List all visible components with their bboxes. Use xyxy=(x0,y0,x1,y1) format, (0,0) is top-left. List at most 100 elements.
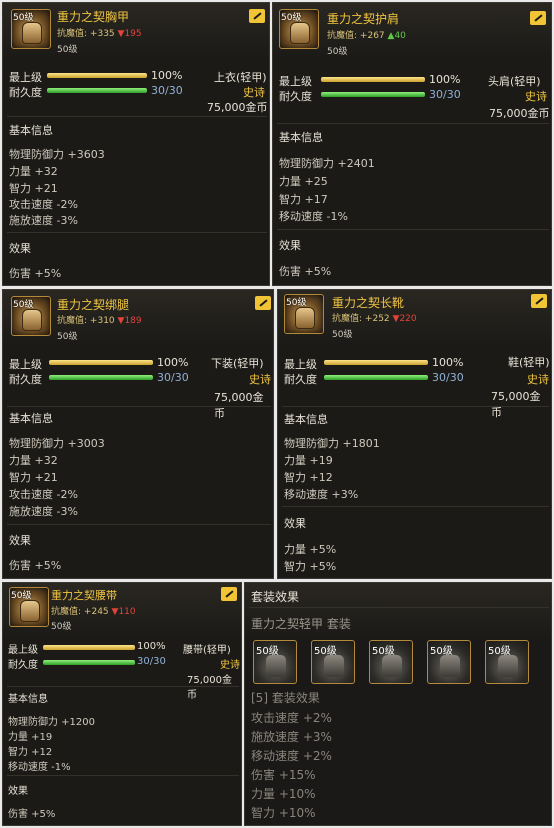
stat-line: 物理防御力 +3603 xyxy=(9,148,105,161)
max-grade-bar xyxy=(324,360,428,365)
max-grade-bar xyxy=(43,645,135,650)
stat-line: 物理防御力 +1200 xyxy=(8,717,96,728)
price: 75,000金币 xyxy=(207,101,268,114)
resist-delta: ▼189 xyxy=(117,316,142,326)
stat-line: 智力 +12 xyxy=(8,747,53,758)
magic-resist: 抗魔值: +335 ▼195 xyxy=(57,29,142,39)
set-bonus-panel: 套装效果 重力之契轻甲 套装 50级 50级 50级 50级 50级 [5] 套… xyxy=(244,582,552,826)
durability-value: 30/30 xyxy=(432,371,464,384)
magic-resist: 抗魔值: +252 ▼220 xyxy=(332,314,417,324)
durability-bar xyxy=(47,88,147,93)
basic-info-title: 基本信息 xyxy=(9,124,53,137)
stat-line: 施放速度 -3% xyxy=(9,214,78,227)
basic-info-title: 基本信息 xyxy=(279,131,323,144)
equip-slot: 腰带(轻甲) xyxy=(183,645,231,656)
max-grade-value: 100% xyxy=(137,641,166,652)
max-grade-label: 最上级 xyxy=(9,358,42,371)
set-bonus-line: 智力 +10% xyxy=(251,806,316,820)
stat-line: 智力 +21 xyxy=(9,182,58,195)
compare-icon[interactable] xyxy=(221,587,237,601)
set-item-chest-icon[interactable]: 50级 xyxy=(253,640,297,684)
price: 75,000金币 xyxy=(214,391,264,420)
basic-info-title: 基本信息 xyxy=(9,412,53,425)
magic-resist: 抗魔值: +310 ▼189 xyxy=(57,316,142,326)
resist-delta: ▼195 xyxy=(117,29,142,39)
rarity: 史诗 xyxy=(249,373,271,386)
durability-label: 耐久度 xyxy=(8,660,38,671)
durability-label: 耐久度 xyxy=(279,90,312,103)
compare-icon[interactable] xyxy=(530,11,546,25)
stat-line: 物理防御力 +3003 xyxy=(9,437,105,450)
max-grade-value: 100% xyxy=(157,356,189,369)
set-bonus-line: 施放速度 +3% xyxy=(251,730,332,744)
max-grade-bar xyxy=(49,360,153,365)
durability-value: 30/30 xyxy=(151,84,183,97)
resist-delta: ▼110 xyxy=(111,607,136,617)
set-title: 套装效果 xyxy=(251,590,300,604)
boots-icon: 50级 xyxy=(284,294,324,334)
stat-line: 攻击速度 -2% xyxy=(9,198,78,211)
compare-icon[interactable] xyxy=(255,296,271,310)
stat-line: 力量 +32 xyxy=(9,454,58,467)
equip-slot: 鞋(轻甲) xyxy=(508,356,550,369)
effect-line: 伤害 +5% xyxy=(8,809,56,820)
set-item-belt-icon[interactable]: 50级 xyxy=(427,640,471,684)
durability-bar xyxy=(49,375,153,380)
equip-slot: 头肩(轻甲) xyxy=(488,75,541,88)
effect-line: 伤害 +5% xyxy=(279,265,332,278)
stat-line: 智力 +17 xyxy=(279,193,328,206)
stat-line: 移动速度 +3% xyxy=(284,488,359,501)
effect-title: 效果 xyxy=(284,517,306,530)
stat-line: 施放速度 -3% xyxy=(9,505,78,518)
item-name: 重力之契绑腿 xyxy=(57,298,130,312)
chest-armor-icon: 50级 xyxy=(11,9,51,49)
item-name: 重力之契胸甲 xyxy=(57,10,130,24)
max-grade-bar xyxy=(47,73,147,78)
effect-line: 伤害 +5% xyxy=(9,559,62,572)
effect-line: 伤害 +5% xyxy=(9,267,62,280)
item-name: 重力之契长靴 xyxy=(332,296,405,310)
durability-value: 30/30 xyxy=(157,371,189,384)
effect-line: 智力 +5% xyxy=(284,560,337,573)
basic-info-title: 基本信息 xyxy=(8,694,48,705)
item-tooltip-shoulder: 50级 重力之契护肩 抗魔值: +267 ▲40 50级 最上级 100% 耐久… xyxy=(272,2,552,286)
compare-icon[interactable] xyxy=(531,294,547,308)
effect-title: 效果 xyxy=(8,786,28,797)
compare-icon[interactable] xyxy=(249,9,265,23)
max-grade-label: 最上级 xyxy=(8,645,38,656)
max-grade-label: 最上级 xyxy=(279,75,312,88)
set-bonus-title: [5] 套装效果 xyxy=(251,691,320,705)
item-level: 50级 xyxy=(327,47,348,57)
set-item-boots-icon[interactable]: 50级 xyxy=(485,640,529,684)
resist-delta: ▼220 xyxy=(392,314,417,324)
durability-bar xyxy=(321,92,425,97)
equip-slot: 上衣(轻甲) xyxy=(214,71,267,84)
rarity: 史诗 xyxy=(220,660,240,671)
item-level: 50级 xyxy=(57,332,78,342)
equip-slot: 下装(轻甲) xyxy=(211,357,264,370)
stat-line: 力量 +25 xyxy=(279,175,328,188)
item-tooltip-legs: 50级 重力之契绑腿 抗魔值: +310 ▼189 50级 最上级 100% 耐… xyxy=(2,289,274,579)
stat-line: 攻击速度 -2% xyxy=(9,488,78,501)
durability-bar xyxy=(324,375,428,380)
max-grade-label: 最上级 xyxy=(9,71,42,84)
item-level: 50级 xyxy=(332,330,353,340)
effect-title: 效果 xyxy=(279,239,301,252)
durability-value: 30/30 xyxy=(429,88,461,101)
durability-label: 耐久度 xyxy=(9,373,42,386)
stat-line: 智力 +21 xyxy=(9,471,58,484)
item-tooltip-belt: 50级 重力之契腰带 抗魔值: +245 ▼110 50级 最上级 100% 耐… xyxy=(2,582,242,826)
set-item-shoulder-icon[interactable]: 50级 xyxy=(311,640,355,684)
price: 75,000金币 xyxy=(489,107,550,120)
max-grade-value: 100% xyxy=(432,356,464,369)
stat-line: 智力 +12 xyxy=(284,471,333,484)
set-item-legs-icon[interactable]: 50级 xyxy=(369,640,413,684)
durability-value: 30/30 xyxy=(137,656,166,667)
price: 75,000金币 xyxy=(491,390,541,419)
item-level: 50级 xyxy=(57,45,78,55)
max-grade-value: 100% xyxy=(151,69,183,82)
stat-line: 力量 +19 xyxy=(284,454,333,467)
effect-title: 效果 xyxy=(9,534,31,547)
item-tooltip-boots: 50级 重力之契长靴 抗魔值: +252 ▼220 50级 最上级 100% 耐… xyxy=(277,289,552,579)
set-bonus-line: 伤害 +15% xyxy=(251,768,316,782)
